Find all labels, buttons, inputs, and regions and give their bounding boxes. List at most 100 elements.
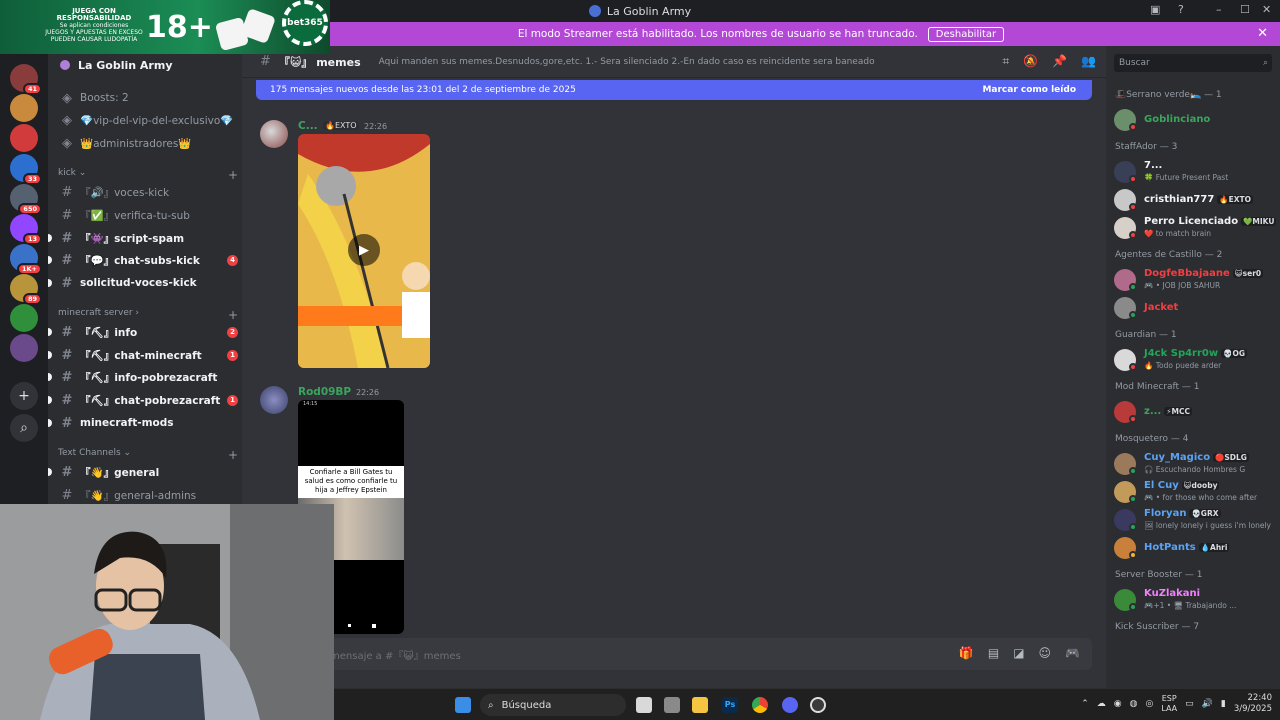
server-icon[interactable] [10, 304, 38, 332]
user-avatar[interactable] [260, 120, 288, 148]
discord-tray-icon[interactable]: ◍ [1130, 699, 1138, 709]
user-avatar[interactable] [260, 386, 288, 414]
minimize-button[interactable]: – [1216, 3, 1222, 16]
battery-icon[interactable]: ▮ [1221, 699, 1226, 709]
disable-streamer-mode-button[interactable]: Deshabilitar [927, 26, 1005, 42]
member-item[interactable]: Floryan 💀GRX 🖼 lonely lonely i guess i'm l… [1114, 508, 1278, 532]
network-tray-icon[interactable]: ◎ [1145, 699, 1153, 709]
channel-item[interactable]: # minecraft-mods [48, 413, 238, 433]
create-channel-icon[interactable]: + [228, 308, 238, 322]
channel-category[interactable]: minecraft server › + [58, 308, 238, 322]
channel-info-item[interactable]: ◈ 💎vip-del-vip-del-exclusivo💎 [58, 110, 238, 130]
server-icon[interactable]: 1K+ [10, 244, 42, 275]
close-window-button[interactable]: ✕ [1262, 3, 1271, 16]
create-channel-icon[interactable]: + [228, 448, 238, 462]
inbox-icon[interactable]: ▣ [1150, 3, 1160, 16]
channel-item[interactable]: # 『👋』general-admins [58, 485, 238, 505]
channel-item[interactable]: # 『✅』verifica-tu-sub [58, 205, 238, 225]
app-icon[interactable] [664, 697, 680, 713]
member-tag: 💧Ahri [1198, 543, 1230, 552]
discord-taskbar-icon[interactable] [782, 697, 798, 713]
create-channel-icon[interactable]: + [228, 168, 238, 182]
help-icon[interactable]: ? [1178, 3, 1184, 16]
server-icon[interactable]: 650 [10, 184, 42, 215]
server-icon[interactable] [10, 334, 38, 362]
member-item[interactable]: DogfeBbajaane 😺ser0 🎮 • JOB JOB SAHUR [1114, 268, 1278, 292]
server-icon[interactable] [10, 124, 38, 152]
chrome-icon[interactable] [752, 697, 768, 713]
server-icon[interactable]: 33 [10, 154, 42, 185]
channel-label: 『👋』general [80, 466, 160, 479]
activities-icon[interactable]: 🎮 [1065, 646, 1080, 660]
channel-topic[interactable]: Aqui manden sus memes.Desnudos,gore,etc.… [379, 57, 875, 67]
video-attachment[interactable]: ▶ [298, 134, 430, 368]
status-indicator [1129, 415, 1137, 423]
mute-bell-icon[interactable]: 🔕 [1023, 54, 1038, 69]
member-item[interactable]: Goblinciano [1114, 108, 1278, 132]
member-item[interactable]: 7... 🍀 Future Present Past [1114, 160, 1278, 184]
server-icon[interactable]: 89 [10, 274, 42, 305]
channel-item[interactable]: # 『⛏』info-pobrezacraft [48, 367, 238, 387]
emoji-icon[interactable]: ☺ [1039, 646, 1052, 660]
monitor-icon[interactable]: ▭ [1185, 699, 1194, 709]
search-input[interactable]: Buscar ⌕ [1114, 54, 1272, 72]
member-item[interactable]: Perro Licenciado 💚MIKU ❤️ to match brain [1114, 216, 1278, 240]
server-icon[interactable]: 13 [10, 214, 42, 245]
message-composer[interactable]: mensaje a #『😺』memes 🎁 ▤ ◪ ☺ 🎮 [256, 638, 1092, 670]
file-explorer-icon[interactable] [692, 697, 708, 713]
clock[interactable]: 22:40 3/9/2025 [1234, 693, 1272, 715]
mark-as-read-button[interactable]: Marcar como leído [982, 85, 1076, 95]
gif-icon[interactable]: ▤ [988, 646, 999, 660]
language-indicator[interactable]: ESP LAA [1161, 694, 1177, 714]
message-author[interactable]: Rod09BP [298, 386, 351, 398]
server-icon[interactable] [10, 94, 38, 122]
message-author[interactable]: C... [298, 120, 318, 132]
sticker-icon[interactable]: ◪ [1013, 646, 1024, 660]
task-view-icon[interactable] [636, 697, 652, 713]
member-item[interactable]: cristhian777 🔥EXTO [1114, 188, 1278, 212]
photoshop-icon[interactable]: Ps [722, 697, 738, 713]
unread-indicator [48, 373, 52, 381]
add-server-icon[interactable]: + [10, 382, 38, 410]
threads-icon[interactable]: ⌗ [1002, 54, 1009, 69]
ad-brand-chip: bet365 [282, 0, 328, 46]
member-name: J4ck Sp4rr0w 💀OG [1144, 348, 1247, 359]
member-item[interactable]: Cuy_Magico 🔴SDLG 🎧 Escuchando Hombres G [1114, 452, 1278, 476]
server-icon[interactable]: 41 [10, 64, 42, 95]
channel-item[interactable]: # 『👾』script-spam [48, 228, 238, 248]
channel-item[interactable]: # 『💬』chat-subs-kick 4 [48, 250, 238, 270]
cloud-icon[interactable]: ☁ [1097, 699, 1106, 709]
windows-start-icon[interactable] [455, 697, 471, 713]
gift-icon[interactable]: 🎁 [959, 646, 974, 660]
channel-item[interactable]: # 『⛏』chat-pobrezacraft 1 [48, 390, 238, 410]
channel-info-item[interactable]: ◈ Boosts: 2 [58, 88, 238, 108]
channel-item[interactable]: # 『⛏』info 2 [48, 322, 238, 342]
taskbar-search[interactable]: ⌕ Búsqueda [480, 694, 626, 716]
channel-item[interactable]: # 『⛏』chat-minecraft 1 [48, 345, 238, 365]
member-item[interactable]: z... ⚡MCC [1114, 400, 1278, 424]
discover-servers-icon[interactable]: ⌕ [10, 414, 38, 442]
member-item[interactable]: Jacket [1114, 296, 1278, 320]
new-messages-bar[interactable]: 175 mensajes nuevos desde las 23:01 del … [256, 80, 1092, 100]
channel-item[interactable]: # 『👋』general [48, 462, 238, 482]
channel-item[interactable]: # 『🔊』voces-kick [58, 182, 238, 202]
channel-info-item[interactable]: ◈ 👑administradores👑 [58, 133, 238, 153]
channel-category[interactable]: kick ⌄ + [58, 168, 238, 182]
obs-icon[interactable] [810, 697, 826, 713]
member-item[interactable]: KuZlakani 🎮+1 • 🖥 Trabajando ... [1114, 588, 1278, 612]
play-button-icon[interactable]: ▶ [348, 234, 380, 266]
member-item[interactable]: El Cuy 😺dooby 🎮 • for those who come after [1114, 480, 1278, 504]
channel-item[interactable]: # solicitud-voces-kick [48, 273, 238, 293]
channel-category[interactable]: Text Channels ⌄ + [58, 448, 238, 462]
app-tray-icon[interactable]: ◉ [1114, 699, 1122, 709]
maximize-button[interactable]: ☐ [1240, 3, 1250, 16]
pin-icon[interactable]: 📌 [1052, 54, 1067, 69]
banner-close-icon[interactable]: ✕ [1257, 26, 1268, 41]
member-activity: 🎧 Escuchando Hombres G [1144, 465, 1246, 474]
guild-name-header[interactable]: La Goblin Army [48, 54, 242, 76]
member-item[interactable]: J4ck Sp4rr0w 💀OG 🔥 Todo puede arder [1114, 348, 1278, 372]
member-item[interactable]: HotPants 💧Ahri [1114, 536, 1278, 560]
member-list-icon[interactable]: 👥 [1081, 54, 1096, 69]
volume-icon[interactable]: 🔊 [1202, 699, 1213, 709]
chevron-up-icon[interactable]: ⌃ [1081, 699, 1089, 709]
